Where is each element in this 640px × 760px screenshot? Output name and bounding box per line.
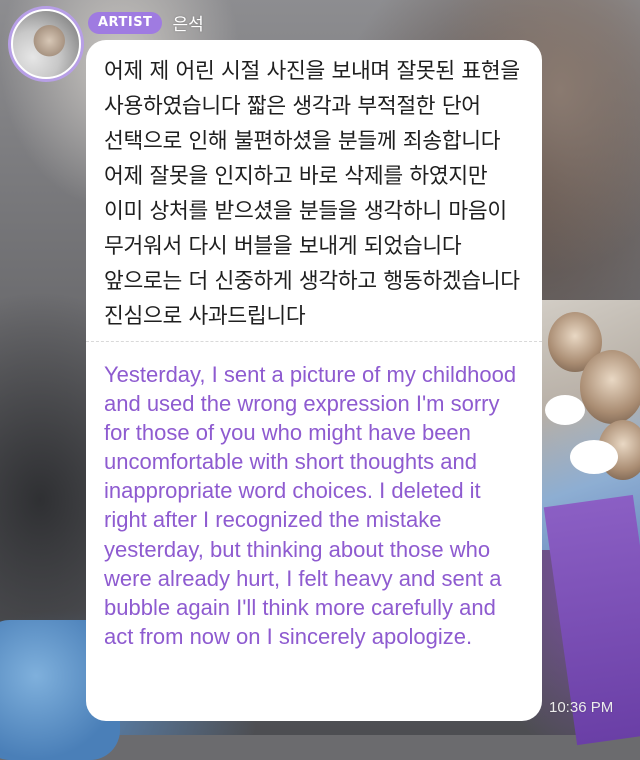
message-header: ARTIST 은석 xyxy=(88,10,204,35)
artist-badge: ARTIST xyxy=(88,11,163,34)
artist-avatar[interactable] xyxy=(8,6,84,82)
artist-name[interactable]: 은석 xyxy=(172,10,203,35)
message-timestamp: 10:36 PM xyxy=(549,699,614,716)
background-kitten xyxy=(580,350,640,424)
message-bubble[interactable]: 어제 제 어린 시절 사진을 보내며 잘못된 표현을 사용하였습니다 짧은 생각… xyxy=(86,40,542,721)
background-speech-bubble xyxy=(545,395,585,425)
avatar-photo xyxy=(11,9,81,79)
message-korean-text: 어제 제 어린 시절 사진을 보내며 잘못된 표현을 사용하였습니다 짧은 생각… xyxy=(104,59,520,329)
translation-divider xyxy=(86,341,542,342)
message-translation-text: Yesterday, I sent a picture of my childh… xyxy=(104,362,517,649)
background-speech-bubble xyxy=(570,440,618,474)
